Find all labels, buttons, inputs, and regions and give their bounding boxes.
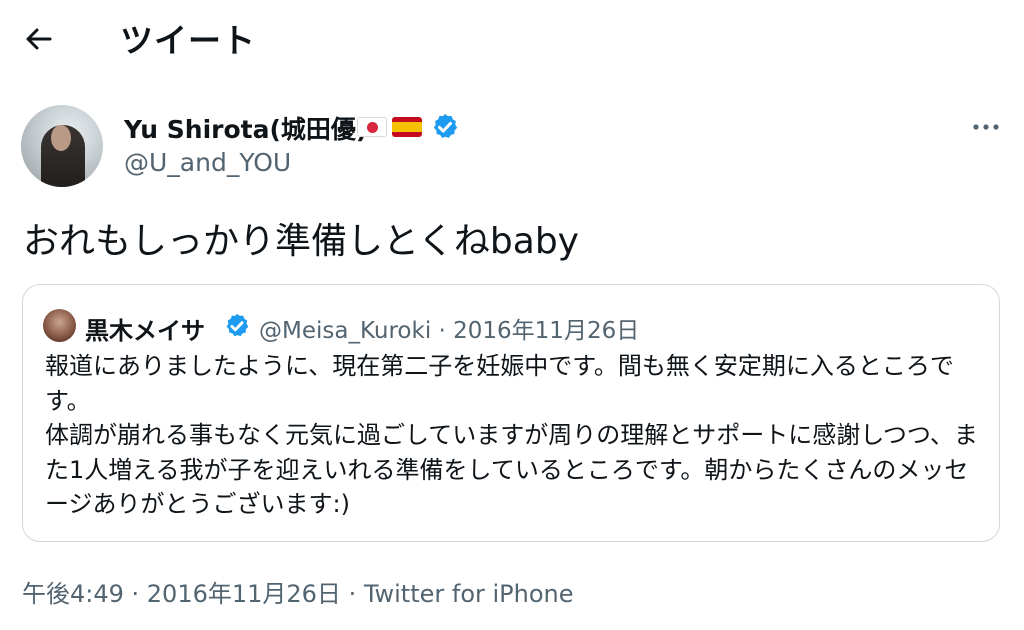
back-button[interactable]: [22, 22, 56, 56]
verified-badge-icon: [433, 114, 458, 138]
japan-flag-icon: [357, 117, 387, 137]
tweet-timestamp[interactable]: 午後4:49 · 2016年11月26日 · Twitter for iPhon…: [22, 574, 574, 609]
quoted-paragraph: 体調が崩れる事もなく元気に過ごしていますが周りの理解とサポートに感謝しつつ、また…: [45, 421, 978, 518]
quoted-tweet-text: 報道にありましたように、現在第二子を妊娠中です。間も無く安定期に入るところです。…: [45, 349, 985, 522]
author-handle[interactable]: @U_and_YOU: [124, 148, 291, 177]
author-avatar[interactable]: [21, 105, 103, 187]
more-options-icon: [973, 124, 999, 130]
author-name[interactable]: Yu Shirota(城田優): [124, 110, 367, 146]
verified-badge-icon: [226, 313, 249, 337]
quoted-paragraph: 報道にありましたように、現在第二子を妊娠中です。間も無く安定期に入るところです。: [45, 352, 954, 415]
quoted-tweet-meta: @Meisa_Kuroki · 2016年11月26日: [259, 318, 640, 344]
quoted-author-name: 黒木メイサ: [85, 317, 205, 345]
more-options-button[interactable]: [968, 112, 1004, 142]
arrow-left-icon: [26, 28, 52, 50]
tweet-text: おれもしっかり準備しとくねbaby: [23, 221, 579, 262]
quoted-tweet-card[interactable]: 黒木メイサ @Meisa_Kuroki · 2016年11月26日 報道にありま…: [22, 284, 1000, 542]
tweet-header: ツイート: [0, 0, 1024, 76]
avatar-face: [51, 125, 71, 151]
page-title: ツイート: [120, 21, 256, 60]
quoted-author-avatar[interactable]: [43, 309, 76, 342]
spain-flag-icon: [392, 117, 422, 137]
